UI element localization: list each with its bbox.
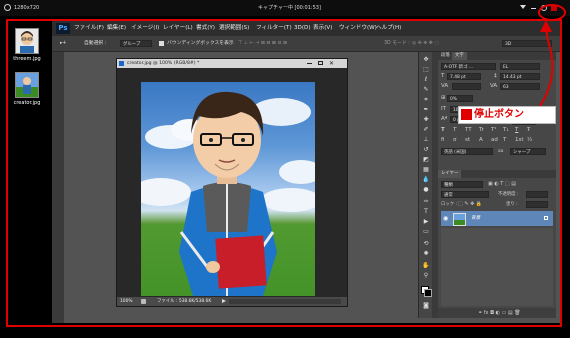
search-icon[interactable] [4, 4, 11, 11]
capture-toolbar: 1280x720 キャプチャー中 [00:01:53] [0, 0, 570, 16]
chevron-down-icon[interactable] [520, 5, 526, 9]
capture-title: キャプチャー中 [00:01:53] [258, 5, 321, 11]
minimize-icon[interactable] [531, 8, 536, 9]
callout-text: 停止ボタン [474, 109, 524, 120]
capture-region-frame [6, 19, 562, 327]
callout-red-square [461, 109, 472, 120]
annotation-arrow [539, 20, 554, 107]
capture-resolution: 1280x720 [14, 5, 40, 11]
stop-button-callout: 停止ボタン [458, 106, 556, 124]
